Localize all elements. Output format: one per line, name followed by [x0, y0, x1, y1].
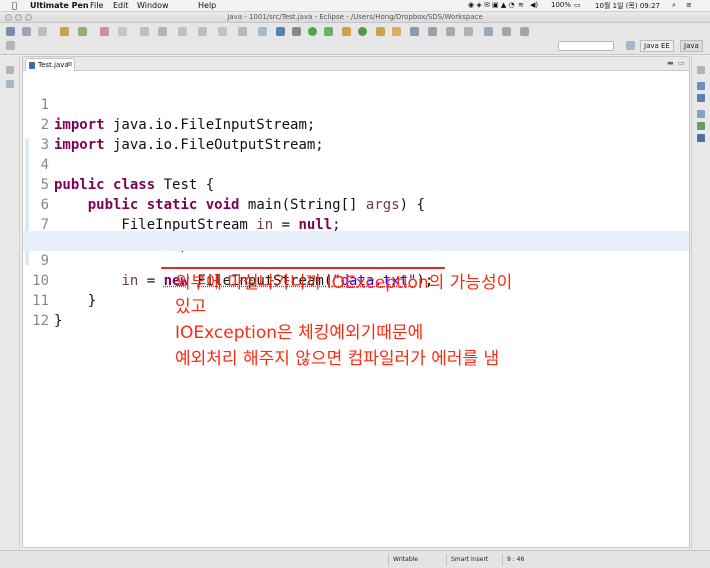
perspective-java-ee[interactable]: Java EE [640, 40, 674, 52]
javadoc-icon[interactable] [697, 122, 705, 130]
outline-icon[interactable] [697, 82, 705, 90]
volume-icon[interactable]: ◀) [530, 1, 538, 9]
toolbar-icon[interactable] [484, 27, 493, 36]
spotlight-icon[interactable]: ⌕ [672, 1, 676, 10]
menu-help[interactable]: Help [198, 1, 216, 10]
close-tab-icon[interactable]: ⊠ [67, 61, 72, 68]
app-menu[interactable]: Ultimate Pen [30, 1, 89, 10]
toolbar-icon[interactable] [464, 27, 473, 36]
toolbar-icon[interactable] [238, 27, 247, 36]
menu-bar:  Ultimate Pen File Edit Window Help ◉ ◈… [0, 0, 710, 12]
toolbar-icon[interactable] [140, 27, 149, 36]
status-insert-mode: Smart Insert [446, 554, 502, 566]
code-line[interactable]: 5 public static void main(String[] args)… [23, 155, 689, 213]
new-icon[interactable] [6, 27, 15, 36]
main-toolbar: Java EE Java [0, 23, 710, 55]
open-folder-icon[interactable] [392, 27, 401, 36]
right-trim [691, 56, 710, 556]
build-icon[interactable] [60, 27, 69, 36]
print-icon[interactable] [38, 27, 47, 36]
problems-icon[interactable] [697, 110, 705, 118]
minimize-icon[interactable]: ▬ [667, 59, 674, 67]
battery-icon[interactable]: ▭ [574, 1, 581, 9]
menu-window[interactable]: Window [137, 1, 169, 10]
toolbar-icon[interactable] [342, 27, 351, 36]
notification-center-icon[interactable]: ≡ [686, 1, 692, 9]
annotation-text: 외부에 마실나가니까 IOException의 가능성이 [175, 273, 513, 293]
annotation-text: 있고 [175, 297, 207, 317]
console-icon[interactable] [697, 134, 705, 142]
forward-icon[interactable] [520, 27, 529, 36]
package-explorer-icon[interactable] [6, 80, 14, 88]
toolbar-icon[interactable] [258, 27, 267, 36]
coverage-icon[interactable] [358, 27, 367, 36]
wifi-icon[interactable]: ≋ [518, 1, 524, 9]
hand-drawn-underline [161, 267, 445, 269]
toolbar-icon[interactable] [428, 27, 437, 36]
debug-icon[interactable] [324, 27, 333, 36]
apple-icon[interactable]:  [12, 1, 17, 10]
status-writable: Writable [388, 554, 444, 566]
code-line[interactable]: 12 [23, 291, 689, 329]
status-bar: Writable Smart Insert 9 : 46 [0, 550, 710, 568]
annotation-text: 예외처리 해주지 않으면 컴파일러가 에러를 냄 [175, 349, 500, 369]
left-trim [0, 56, 20, 556]
code-line[interactable]: 7 FileOutputStream out = null; [23, 195, 689, 253]
run-icon[interactable] [308, 27, 317, 36]
toolbar-icon[interactable] [198, 27, 207, 36]
line-number: 12 [32, 313, 49, 329]
clock[interactable]: 10월 1일 (목) 09:27 [595, 1, 660, 11]
menu-edit[interactable]: Edit [113, 1, 129, 10]
code-line[interactable]: 2 import java.io.FileOutputStream; [23, 95, 689, 153]
open-perspective-icon[interactable] [626, 41, 635, 50]
maximize-icon[interactable]: ▭ [678, 59, 685, 67]
code-line[interactable]: 4 public class Test { [23, 135, 689, 193]
quick-access-input[interactable] [558, 41, 614, 51]
annotation-text: IOException은 체킹예외기때문에 [175, 323, 424, 343]
code-line[interactable]: 1 import java.io.FileInputStream; [23, 75, 689, 133]
status-icons[interactable]: ◉ ◈ ✉ ▣ ▲ ◔ [468, 1, 515, 9]
code-editor[interactable]: Test.java ⊠ ▬ ▭ 1 import java.io.FileInp… [22, 56, 690, 548]
code-line-current[interactable]: 9 in = new FileInputStream("data.txt"); [23, 231, 689, 289]
toolbar-icon[interactable] [178, 27, 187, 36]
toolbar-icon[interactable] [118, 27, 127, 36]
editor-tab-row: Test.java ⊠ ▬ ▭ [23, 57, 689, 71]
restore-icon[interactable] [697, 66, 705, 74]
server-icon[interactable] [78, 27, 87, 36]
edit-icon[interactable] [276, 27, 285, 36]
window-title: Java - 1001/src/Test.java - Eclipse - /U… [227, 13, 483, 21]
settings-icon[interactable] [292, 27, 301, 36]
task-list-icon[interactable] [697, 94, 705, 102]
open-type-icon[interactable] [376, 27, 385, 36]
tab-test-java[interactable]: Test.java ⊠ [25, 58, 75, 71]
menu-file[interactable]: File [90, 1, 103, 10]
toolbar-icon[interactable] [218, 27, 227, 36]
toolbar-icon[interactable] [158, 27, 167, 36]
tab-label: Test.java [38, 61, 69, 69]
save-icon[interactable] [22, 27, 31, 36]
code-line[interactable]: 6 FileInputStream in = null; [23, 175, 689, 233]
toolbar-icon[interactable] [446, 27, 455, 36]
perspective-java[interactable]: Java [680, 40, 703, 52]
search-icon[interactable] [410, 27, 419, 36]
java-file-icon [29, 62, 35, 69]
restore-icon[interactable] [6, 66, 14, 74]
palette-icon[interactable] [100, 27, 109, 36]
status-cursor-position: 9 : 46 [502, 554, 542, 566]
toolbar-icon[interactable] [6, 41, 15, 50]
battery-percent: 100% [551, 1, 572, 9]
window-titlebar: Java - 1001/src/Test.java - Eclipse - /U… [0, 12, 710, 23]
code-line[interactable]: 3 [23, 115, 689, 153]
back-icon[interactable] [502, 27, 511, 36]
